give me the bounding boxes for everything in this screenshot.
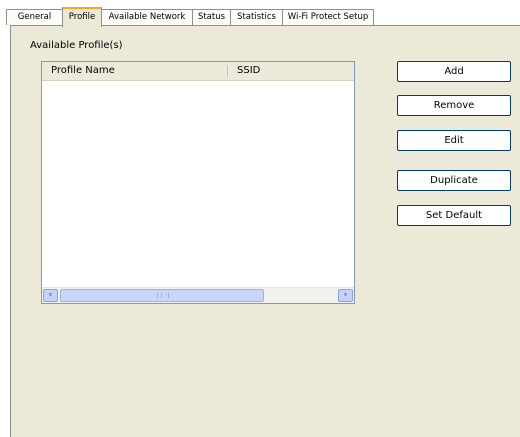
remove-button[interactable]: Remove <box>397 95 511 116</box>
tab-available-network-label: Available Network <box>108 12 186 22</box>
tab-general-label: General <box>17 12 52 22</box>
tab-general[interactable]: General <box>6 9 63 25</box>
tab-profile[interactable]: Profile <box>62 7 102 27</box>
tab-status-label: Status <box>197 12 226 22</box>
tab-wifi-protect-setup-label: Wi-Fi Protect Setup <box>287 12 369 22</box>
tab-statistics-label: Statistics <box>237 12 276 22</box>
column-header-ssid[interactable]: SSID <box>228 62 354 80</box>
chevron-left-icon: ‹ <box>48 290 53 300</box>
tab-statistics[interactable]: Statistics <box>230 9 283 25</box>
profile-window: General Profile Available Network Status… <box>0 0 520 437</box>
grip-icon <box>157 293 169 298</box>
scroll-thumb[interactable] <box>60 289 264 302</box>
list-header: Profile Name SSID <box>42 62 354 81</box>
scroll-left-button[interactable]: ‹ <box>43 289 58 302</box>
scroll-right-button[interactable]: › <box>338 289 353 302</box>
chevron-right-icon: › <box>343 290 348 300</box>
tab-available-network[interactable]: Available Network <box>101 9 193 25</box>
tab-profile-label: Profile <box>68 12 96 22</box>
horizontal-scrollbar[interactable]: ‹ › <box>42 287 354 303</box>
set-default-button[interactable]: Set Default <box>397 205 511 226</box>
add-button[interactable]: Add <box>397 61 511 82</box>
tab-bar: General Profile Available Network Status… <box>0 0 520 27</box>
tab-status[interactable]: Status <box>192 9 231 25</box>
edit-button[interactable]: Edit <box>397 130 511 151</box>
duplicate-button[interactable]: Duplicate <box>397 170 511 191</box>
tab-wifi-protect-setup[interactable]: Wi-Fi Protect Setup <box>282 9 374 25</box>
available-profiles-label: Available Profile(s) <box>30 40 123 51</box>
profile-list[interactable]: Profile Name SSID ‹ › <box>41 61 355 304</box>
column-header-profile-name[interactable]: Profile Name <box>42 62 228 80</box>
